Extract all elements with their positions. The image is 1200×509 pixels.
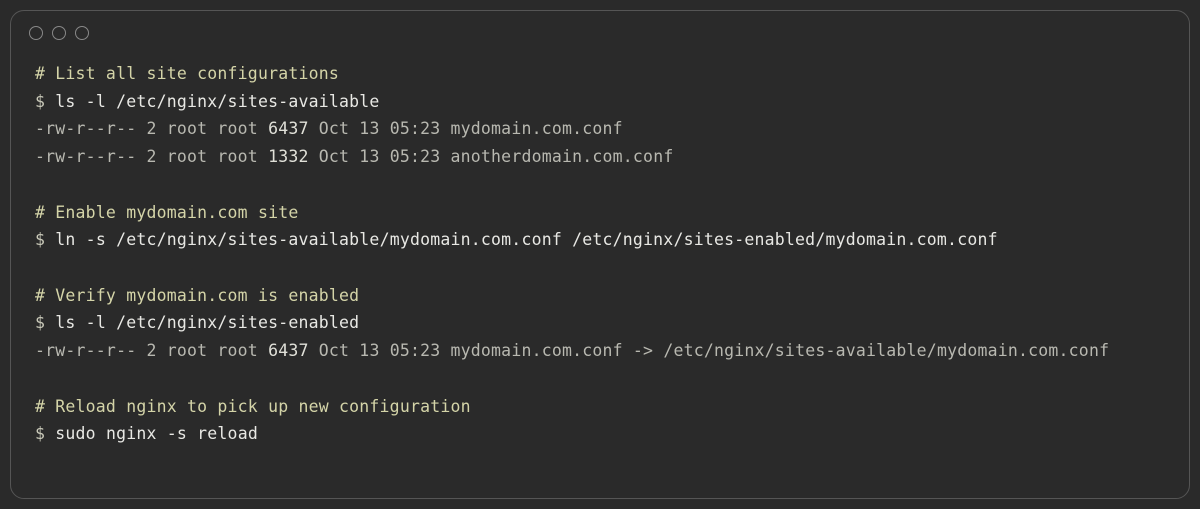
blank-line [35,171,1165,199]
command-text: ln -s /etc/nginx/sites-available/mydomai… [55,230,997,249]
prompt-icon: $ [35,230,55,249]
command-text: ls -l /etc/nginx/sites-available [55,92,379,111]
output-line: -rw-r--r-- 2 root root 1332 Oct 13 05:23… [35,143,1165,171]
terminal-window: # List all site configurations $ ls -l /… [10,10,1190,499]
window-maximize-icon[interactable] [75,26,89,40]
blank-line [35,254,1165,282]
titlebar [11,11,1189,48]
terminal-content[interactable]: # List all site configurations $ ls -l /… [11,48,1189,460]
prompt-icon: $ [35,313,55,332]
output-line: -rw-r--r-- 2 root root 6437 Oct 13 05:23… [35,337,1165,365]
comment-line: # Reload nginx to pick up new configurat… [35,393,1165,421]
comment-line: # List all site configurations [35,60,1165,88]
prompt-icon: $ [35,424,55,443]
command-text: ls -l /etc/nginx/sites-enabled [55,313,359,332]
output-line: -rw-r--r-- 2 root root 6437 Oct 13 05:23… [35,115,1165,143]
comment-line: # Verify mydomain.com is enabled [35,282,1165,310]
blank-line [35,365,1165,393]
command-line: $ ls -l /etc/nginx/sites-enabled [35,309,1165,337]
command-line: $ ln -s /etc/nginx/sites-available/mydom… [35,226,1165,254]
window-close-icon[interactable] [29,26,43,40]
comment-line: # Enable mydomain.com site [35,199,1165,227]
window-minimize-icon[interactable] [52,26,66,40]
command-line: $ sudo nginx -s reload [35,420,1165,448]
command-line: $ ls -l /etc/nginx/sites-available [35,88,1165,116]
prompt-icon: $ [35,92,55,111]
command-text: sudo nginx -s reload [55,424,258,443]
